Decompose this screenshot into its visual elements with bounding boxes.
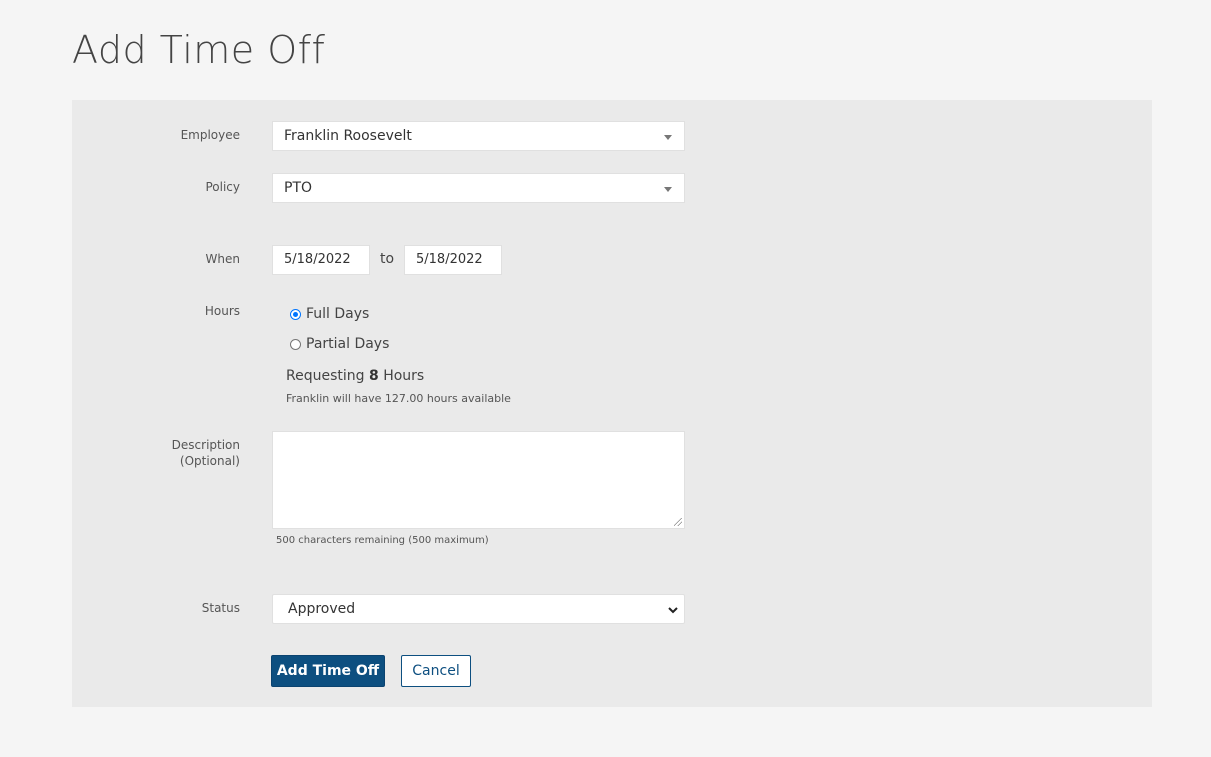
requesting-amount: 8: [368, 368, 379, 384]
status-select[interactable]: Approved: [272, 594, 685, 624]
add-time-off-button[interactable]: Add Time Off: [271, 655, 385, 687]
char-count-text: 500 characters remaining (500 maximum): [276, 535, 489, 546]
resize-grip-icon[interactable]: [674, 518, 682, 526]
caret-down-icon: [664, 187, 672, 192]
policy-label: Policy: [205, 180, 240, 194]
full-days-label: Full Days: [306, 306, 370, 322]
start-date-input[interactable]: 5/18/2022: [272, 245, 370, 275]
time-off-form: Employee Franklin Roosevelt Policy PTO W…: [72, 100, 1152, 707]
cancel-button[interactable]: Cancel: [401, 655, 471, 687]
description-label: Description (Optional): [172, 437, 240, 469]
requesting-prefix: Requesting: [286, 368, 365, 384]
requesting-summary: Requesting 8 Hours: [286, 368, 424, 384]
chevron-down-icon: [668, 600, 678, 628]
hours-label: Hours: [204, 304, 240, 318]
policy-select[interactable]: PTO: [272, 173, 685, 203]
partial-days-label: Partial Days: [306, 336, 390, 352]
employee-label: Employee: [180, 128, 240, 142]
full-days-radio[interactable]: [290, 308, 301, 320]
page-title: Add Time Off: [72, 28, 326, 72]
full-days-radio-option[interactable]: Full Days: [290, 306, 369, 322]
status-label: Status: [201, 601, 240, 615]
date-range-separator: to: [380, 251, 395, 267]
description-label-line1: Description: [171, 438, 240, 452]
partial-days-radio-option[interactable]: Partial Days: [290, 336, 389, 352]
employee-select-value: Franklin Roosevelt: [284, 128, 412, 144]
partial-days-radio[interactable]: [290, 338, 301, 350]
status-select-value: Approved: [288, 601, 356, 617]
policy-select-value: PTO: [284, 180, 313, 196]
hours-available-text: Franklin will have 127.00 hours availabl…: [286, 392, 511, 405]
requesting-suffix: Hours: [383, 368, 425, 384]
when-label: When: [205, 252, 240, 266]
end-date-input[interactable]: 5/18/2022: [404, 245, 502, 275]
description-label-line2: (Optional): [179, 454, 240, 468]
caret-down-icon: [664, 135, 672, 140]
description-textarea[interactable]: [272, 431, 685, 529]
employee-select[interactable]: Franklin Roosevelt: [272, 121, 685, 151]
